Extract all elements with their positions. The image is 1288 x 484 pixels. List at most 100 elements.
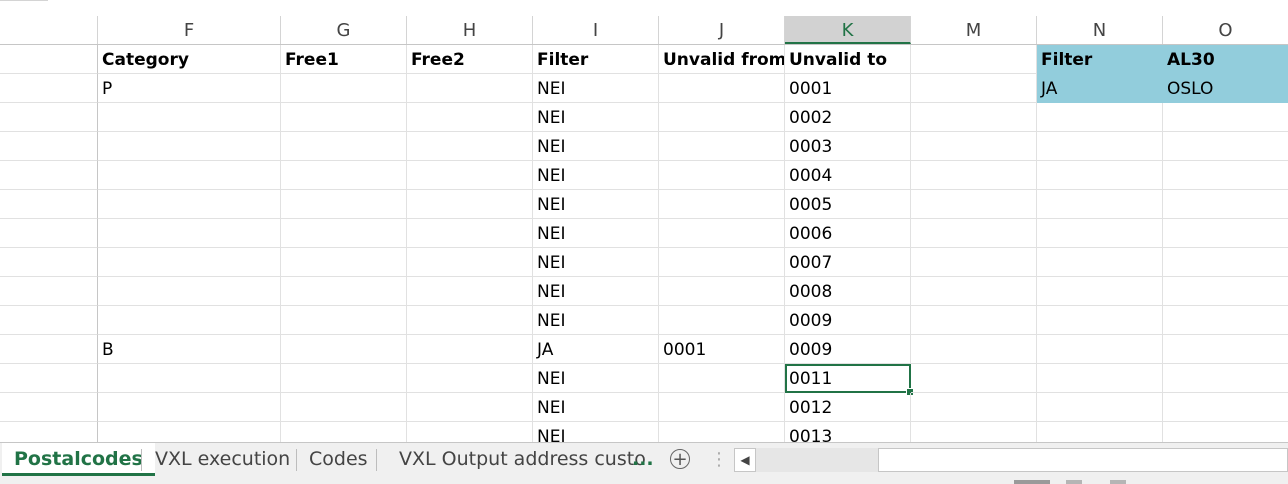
empty-cell[interactable] [1163,364,1288,393]
empty-cell[interactable] [1037,364,1163,393]
filter-cell[interactable]: NEI [533,103,659,132]
free1-cell[interactable] [281,422,407,442]
empty-cell[interactable] [1037,277,1163,306]
scroll-left-arrow-icon[interactable]: ◀ [734,448,756,472]
column-header-M[interactable]: M [911,16,1037,44]
empty-cell[interactable] [911,306,1037,335]
row-header[interactable] [0,219,98,248]
empty-cell[interactable] [1163,277,1288,306]
free1-cell[interactable] [281,248,407,277]
unvalid-to-cell[interactable]: 0008 [785,277,911,306]
category-cell[interactable] [98,103,281,132]
free1-cell[interactable] [281,190,407,219]
row-header[interactable] [0,103,98,132]
header-unvalid-to-cell[interactable]: Unvalid to [785,45,911,74]
tab-vxl-output-address[interactable]: VXL Output address custor [387,443,647,476]
filter-cell[interactable]: NEI [533,248,659,277]
free2-cell[interactable] [407,335,533,364]
free2-cell[interactable] [407,364,533,393]
unvalid-to-cell[interactable]: 0013 [785,422,911,442]
free2-cell[interactable] [407,277,533,306]
empty-cell[interactable] [1163,335,1288,364]
unvalid-from-cell[interactable] [659,132,785,161]
free1-cell[interactable] [281,277,407,306]
category-cell[interactable]: P [98,74,281,103]
empty-cell[interactable] [1163,422,1288,442]
column-header-K[interactable]: K [785,16,911,44]
selected-cell[interactable]: 0011 [785,364,911,393]
side-value-al30-cell[interactable]: OSLO [1163,74,1288,103]
empty-cell[interactable] [911,335,1037,364]
free2-cell[interactable] [407,132,533,161]
empty-cell[interactable] [1037,219,1163,248]
free2-cell[interactable] [407,306,533,335]
empty-cell[interactable] [911,74,1037,103]
side-header-al30-cell[interactable]: AL30 [1163,45,1288,74]
empty-cell[interactable] [911,277,1037,306]
empty-cell[interactable] [1037,190,1163,219]
free1-cell[interactable] [281,103,407,132]
filter-cell[interactable]: NEI [533,277,659,306]
category-cell[interactable] [98,219,281,248]
row-header[interactable] [0,74,98,103]
spreadsheet-grid[interactable]: F G H I J K M N O Category Free1 Free2 Filt… [0,16,1288,442]
tab-codes[interactable]: Codes [297,443,380,476]
empty-cell[interactable] [911,190,1037,219]
row-header[interactable] [0,161,98,190]
category-cell[interactable] [98,306,281,335]
header-free2-cell[interactable]: Free2 [407,45,533,74]
row-header[interactable] [0,132,98,161]
filter-cell[interactable]: NEI [533,190,659,219]
empty-cell[interactable] [1037,103,1163,132]
unvalid-to-cell[interactable]: 0012 [785,393,911,422]
empty-cell[interactable] [1163,190,1288,219]
unvalid-from-cell[interactable] [659,103,785,132]
category-cell[interactable] [98,161,281,190]
unvalid-to-cell[interactable]: 0002 [785,103,911,132]
unvalid-to-cell[interactable]: 0005 [785,190,911,219]
page-layout-view-icon[interactable] [1066,480,1082,484]
empty-cell[interactable] [911,248,1037,277]
free1-cell[interactable] [281,364,407,393]
category-cell[interactable] [98,190,281,219]
row-header[interactable] [0,248,98,277]
empty-cell[interactable] [1037,393,1163,422]
free2-cell[interactable] [407,393,533,422]
filter-cell[interactable]: JA [533,335,659,364]
empty-cell[interactable] [911,132,1037,161]
free1-cell[interactable] [281,74,407,103]
empty-cell[interactable] [911,422,1037,442]
empty-cell[interactable] [1037,335,1163,364]
unvalid-from-cell[interactable]: 0001 [659,335,785,364]
unvalid-to-cell[interactable]: 0004 [785,161,911,190]
unvalid-from-cell[interactable] [659,422,785,442]
free2-cell[interactable] [407,161,533,190]
category-cell[interactable] [98,248,281,277]
empty-cell[interactable] [1037,132,1163,161]
category-cell[interactable] [98,422,281,442]
header-free1-cell[interactable]: Free1 [281,45,407,74]
unvalid-to-cell[interactable]: 0006 [785,219,911,248]
unvalid-from-cell[interactable] [659,161,785,190]
row-header[interactable] [0,45,98,74]
empty-cell[interactable] [911,161,1037,190]
free2-cell[interactable] [407,190,533,219]
empty-cell[interactable] [1163,219,1288,248]
column-header-J[interactable]: J [659,16,785,44]
free2-cell[interactable] [407,219,533,248]
free1-cell[interactable] [281,161,407,190]
filter-cell[interactable]: NEI [533,364,659,393]
column-header-G[interactable]: G [281,16,407,44]
filter-cell[interactable]: NEI [533,306,659,335]
add-sheet-icon[interactable]: + [670,449,690,469]
empty-cell[interactable] [911,393,1037,422]
page-break-view-icon[interactable] [1110,480,1126,484]
unvalid-from-cell[interactable] [659,248,785,277]
unvalid-from-cell[interactable] [659,306,785,335]
category-cell[interactable]: B [98,335,281,364]
empty-cell[interactable] [911,103,1037,132]
empty-cell[interactable] [1037,306,1163,335]
tab-vxl-execution[interactable]: VXL execution [143,443,302,476]
unvalid-to-cell[interactable]: 0009 [785,335,911,364]
side-header-filter-cell[interactable]: Filter [1037,45,1163,74]
